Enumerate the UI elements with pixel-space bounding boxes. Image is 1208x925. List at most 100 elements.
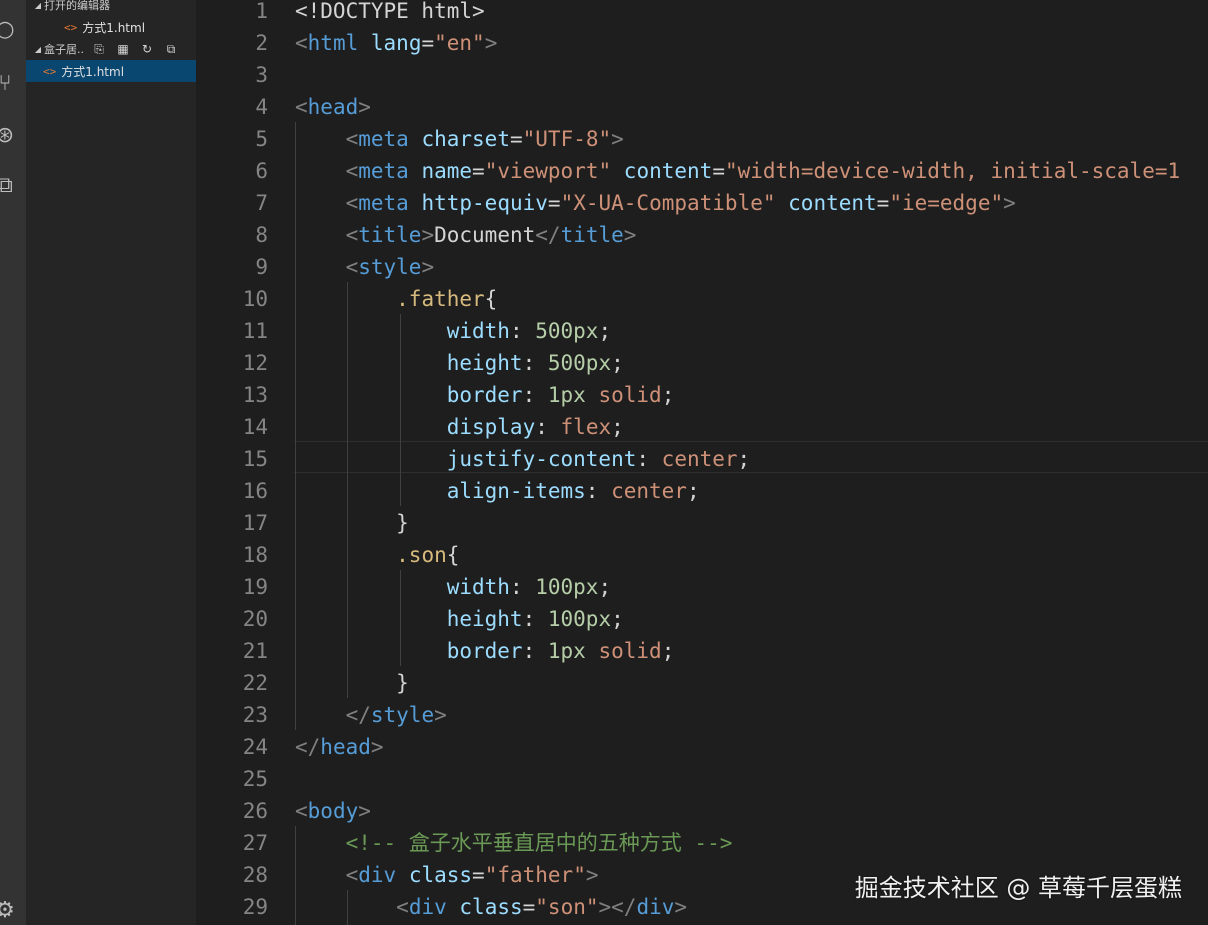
code-token: ; [611, 415, 624, 439]
code-token: style [370, 703, 435, 727]
code-token: > [674, 895, 688, 919]
code-token: ></ [598, 895, 637, 919]
code-token: </ [295, 735, 321, 759]
debug-icon[interactable]: ⊛ [0, 122, 18, 148]
code-line[interactable]: 2 <html lang="en"> [196, 27, 1208, 59]
code-line[interactable]: 24 </head> [196, 731, 1208, 763]
settings-gear-icon[interactable]: ⚙ [0, 897, 18, 923]
code-line[interactable]: 8 <title>Document</title> [196, 219, 1208, 251]
code-token: > [421, 255, 435, 279]
line-code: <meta name="viewport" content="width=dev… [295, 155, 1181, 187]
code-token: : [585, 479, 612, 503]
line-code: } [295, 507, 409, 539]
code-token: meta [358, 159, 409, 183]
code-line[interactable]: 19 width: 100px; [196, 571, 1208, 603]
refresh-icon[interactable]: ↻ [140, 42, 154, 57]
code-token: content [623, 159, 713, 183]
open-editors-header[interactable]: ◢ 打开的编辑器 [32, 0, 202, 14]
code-line[interactable]: 10 .father{ [196, 283, 1208, 315]
line-number: 22 [242, 671, 268, 695]
code-token: } [396, 671, 409, 695]
code-token: content [788, 191, 877, 215]
code-line[interactable]: 17 } [196, 507, 1208, 539]
code-token: < [396, 895, 409, 919]
code-line[interactable]: 23 </style> [196, 699, 1208, 731]
collapse-caret-icon[interactable]: ◢ [32, 45, 44, 54]
collapse-caret-icon[interactable]: ◢ [32, 1, 44, 10]
code-line[interactable]: 6 <meta name="viewport" content="width=d… [196, 155, 1208, 187]
code-token: Document [434, 223, 536, 247]
line-code: width: 500px; [295, 315, 611, 347]
code-token: "viewport" [484, 159, 612, 183]
code-token: style [358, 255, 422, 279]
code-line[interactable]: 14 display: flex; [196, 411, 1208, 443]
explorer-filename: 方式1.html [61, 64, 125, 79]
code-token: 100px [535, 575, 599, 599]
code-token: ; [611, 351, 624, 375]
code-line[interactable]: 27 <!-- 盒子水平垂直居中的五种方式 --> [196, 827, 1208, 859]
code-line[interactable]: 9 <style> [196, 251, 1208, 283]
folder-header[interactable]: ◢ 盒子居.. ⎘ ▦ ↻ ⧉ [32, 40, 202, 58]
source-control-icon[interactable]: ⑂ [0, 70, 18, 96]
code-token: "width=device-width, initial-scale=1 [724, 159, 1181, 183]
line-code: <div class="father"> [295, 859, 599, 891]
line-number: 1 [255, 0, 268, 23]
code-line[interactable]: 20 height: 100px; [196, 603, 1208, 635]
line-code: <head> [295, 91, 371, 123]
code-line[interactable]: 21 border: 1px solid; [196, 635, 1208, 667]
code-line[interactable]: 11 width: 500px; [196, 315, 1208, 347]
collapse-all-icon[interactable]: ⧉ [164, 42, 178, 57]
code-line[interactable]: 16 align-items: center; [196, 475, 1208, 507]
code-line[interactable]: 18 .son{ [196, 539, 1208, 571]
new-folder-icon[interactable]: ▦ [116, 42, 130, 57]
code-token: : [636, 447, 662, 471]
code-token: meta [358, 127, 409, 151]
code-token: 100px [547, 607, 612, 631]
line-number: 9 [255, 255, 268, 279]
code-token: ; [598, 575, 612, 599]
code-line[interactable]: 1 <!DOCTYPE html> [196, 0, 1208, 27]
code-line[interactable]: 3 [196, 59, 1208, 91]
code-line[interactable]: 25 [196, 763, 1208, 795]
line-code: border: 1px solid; [295, 379, 675, 411]
extensions-icon[interactable]: ⧉ [0, 172, 18, 198]
new-file-icon[interactable]: ⎘ [92, 42, 106, 57]
code-token: name [421, 159, 473, 183]
explorer-sidebar: ◢ 打开的编辑器 <> 方式1.html ◢ 盒子居.. ⎘ ▦ ↻ ⧉ <> … [26, 0, 196, 925]
code-token: > [1003, 191, 1016, 215]
open-editors-label: 打开的编辑器 [44, 0, 110, 12]
line-number: 3 [255, 63, 268, 87]
code-token: > [370, 735, 384, 759]
open-editor-item[interactable]: <> 方式1.html [26, 16, 196, 38]
code-line[interactable]: 15 justify-content: center; [196, 443, 1208, 475]
code-token: solid [598, 639, 662, 663]
search-icon[interactable]: ○ [0, 16, 18, 42]
code-token: ; [611, 607, 624, 631]
explorer-file-item[interactable]: <> 方式1.html [26, 60, 196, 82]
code-token: charset [421, 127, 510, 151]
code-token: align-items [446, 479, 586, 503]
code-token: : [522, 639, 548, 663]
code-line[interactable]: 22 } [196, 667, 1208, 699]
code-line[interactable]: 4 <head> [196, 91, 1208, 123]
code-line[interactable]: 5 <meta charset="UTF-8"> [196, 123, 1208, 155]
line-number: 28 [242, 863, 268, 887]
code-token: div [636, 895, 675, 919]
code-token: width [446, 319, 510, 343]
code-line[interactable]: 26 <body> [196, 795, 1208, 827]
code-token: "UTF-8" [522, 127, 612, 151]
line-number: 4 [255, 95, 268, 119]
code-token: ; [661, 383, 675, 407]
line-number: 6 [255, 159, 268, 183]
code-line[interactable]: 13 border: 1px solid; [196, 379, 1208, 411]
line-number: 7 [255, 191, 268, 215]
code-line[interactable]: 12 height: 500px; [196, 347, 1208, 379]
code-editor[interactable]: 1 <!DOCTYPE html> 2 <html lang="en"> 3 4 <head… [196, 0, 1208, 925]
line-code: width: 100px; [295, 571, 611, 603]
code-line[interactable]: 7 <meta http-equiv="X-UA-Compatible" con… [196, 187, 1208, 219]
line-code: <html lang="en"> [295, 27, 497, 59]
